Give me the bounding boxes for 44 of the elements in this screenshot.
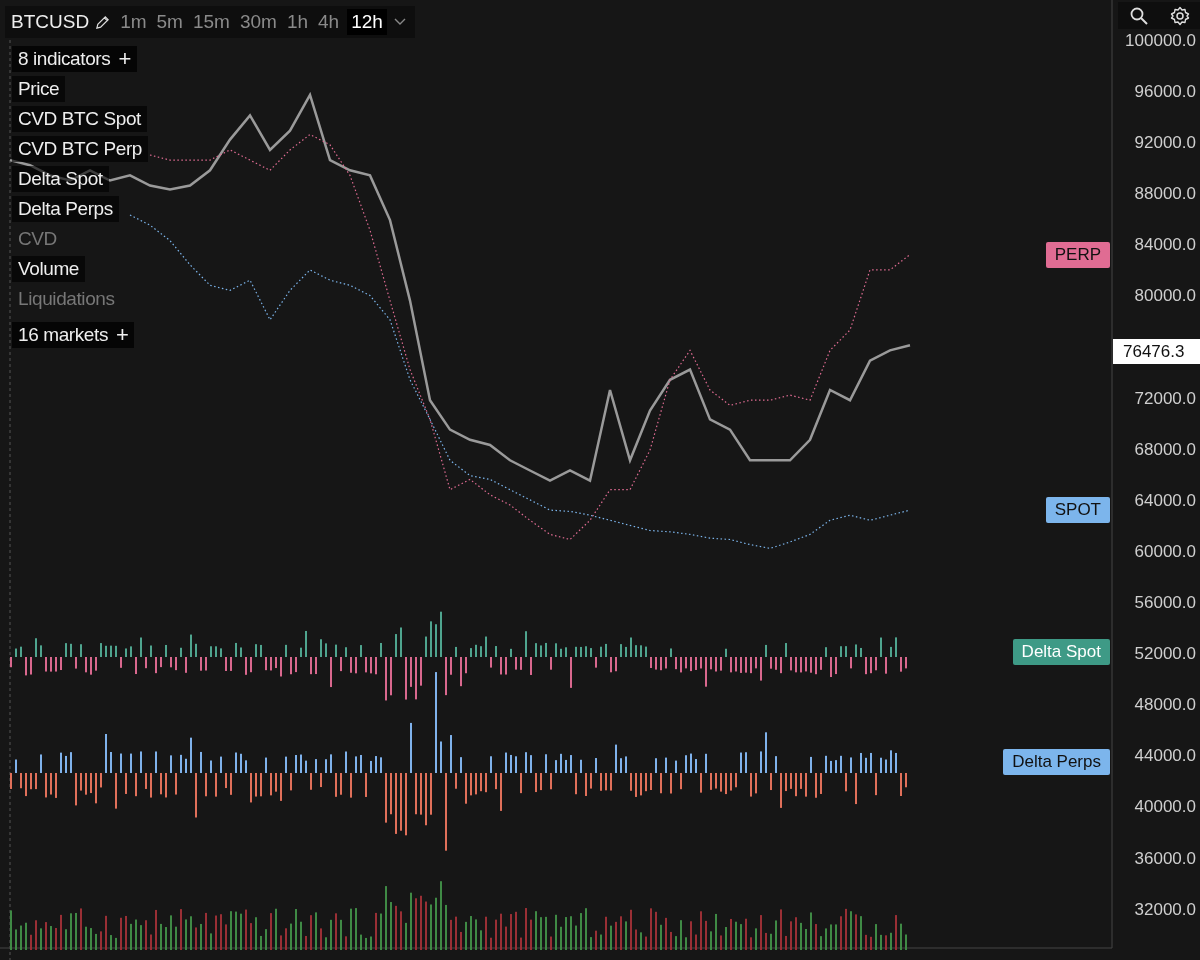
axis-tick-label: 72000.0 [1134, 388, 1196, 408]
current-price-label: 76476.3 [1113, 339, 1200, 365]
axis-tick-label: 84000.0 [1134, 235, 1196, 255]
indicator-label[interactable]: Delta Perps [12, 196, 119, 222]
series-tag: SPOT [1045, 497, 1110, 524]
indicator-label[interactable]: CVD [12, 226, 63, 252]
axis-tick-label: 100000.0 [1125, 31, 1196, 50]
axis-tick-label: 68000.0 [1134, 439, 1196, 459]
indicator-label[interactable]: CVD BTC Perp [12, 136, 148, 162]
timeframe-tab[interactable]: 12h [347, 9, 387, 35]
axis-tick-label: 92000.0 [1134, 133, 1196, 153]
axis-tick-label: 36000.0 [1134, 848, 1196, 868]
timeframe-tab[interactable]: 15m [190, 11, 232, 33]
axis-tick-label: 40000.0 [1134, 797, 1196, 817]
settings-icon[interactable] [1169, 5, 1190, 26]
axis-tick-label: 60000.0 [1134, 542, 1196, 561]
indicators-button[interactable]: 8 indicators + [12, 46, 137, 72]
timeframe-tab[interactable]: 1h [284, 11, 310, 33]
axis-tick-label: 80000.0 [1134, 286, 1196, 306]
markets-button[interactable]: 16 markets + [12, 322, 135, 348]
axis-tick-label: 96000.0 [1134, 82, 1196, 102]
series-tag: Delta Spot [1012, 639, 1110, 665]
axis-tick-label: 32000.0 [1134, 899, 1196, 919]
timeframe-tab[interactable]: 1m [118, 11, 149, 33]
timeframe-tab[interactable]: 5m [154, 11, 185, 33]
symbol-label[interactable]: BTCUSD [11, 11, 90, 33]
timeframe-tab[interactable]: 30m [237, 11, 279, 33]
search-icon[interactable] [1128, 5, 1149, 26]
indicator-label[interactable]: CVD BTC Spot [12, 106, 147, 132]
indicator-label[interactable]: Volume [12, 256, 85, 282]
axis-tick-label: 88000.0 [1134, 184, 1196, 204]
axis-tick-label: 64000.0 [1134, 490, 1196, 510]
axis-tick-label: 56000.0 [1134, 593, 1196, 613]
indicator-label[interactable]: Delta Spot [12, 166, 109, 192]
chevron-down-icon[interactable] [392, 17, 407, 27]
series-tag: PERP [1045, 241, 1110, 268]
pencil-icon[interactable] [95, 14, 111, 30]
axis-tick-label: 52000.0 [1134, 644, 1196, 664]
indicator-label[interactable]: Price [12, 76, 66, 102]
series-tag: Delta Perps [1003, 749, 1110, 775]
indicator-label[interactable]: Liquidations [12, 286, 121, 312]
timeframe-tab[interactable]: 4h [316, 11, 342, 33]
axis-tick-label: 44000.0 [1134, 746, 1196, 766]
axis-tick-label: 48000.0 [1134, 695, 1196, 715]
